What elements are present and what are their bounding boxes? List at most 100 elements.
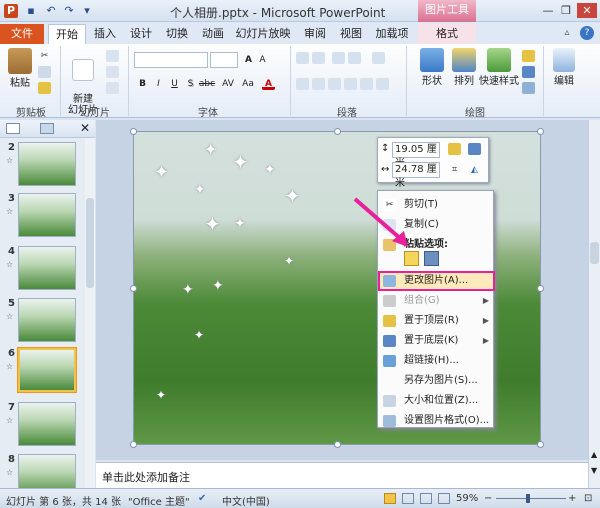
bring-forward-icon[interactable]: [448, 143, 461, 155]
customize-toolbar-icon[interactable]: ▾: [80, 4, 94, 18]
strikethrough-icon[interactable]: abc: [198, 78, 216, 90]
normal-view-icon[interactable]: [384, 493, 396, 504]
context-menu-item[interactable]: 另存为图片(S)...: [378, 371, 495, 391]
next-slide-icon[interactable]: ▼: [591, 466, 597, 475]
zoom-thumb[interactable]: [526, 494, 530, 503]
zoom-level[interactable]: 59%: [456, 493, 478, 504]
resize-handle[interactable]: [130, 441, 137, 448]
font-size-combo[interactable]: [210, 52, 238, 68]
tab-addins[interactable]: 加载项: [370, 24, 414, 44]
format-painter-icon[interactable]: [38, 82, 51, 94]
text-direction-icon[interactable]: [372, 52, 385, 64]
save-icon[interactable]: ▪: [24, 4, 38, 18]
context-menu-item[interactable]: 组合(G) ▶: [378, 291, 495, 311]
bullets-icon[interactable]: [296, 52, 309, 64]
notes-pane[interactable]: 单击此处添加备注: [96, 462, 588, 488]
tab-insert[interactable]: 插入: [88, 24, 122, 44]
change-case-icon[interactable]: Aa: [240, 78, 256, 90]
edit-button[interactable]: 编辑: [550, 48, 578, 87]
context-menu-item[interactable]: 大小和位置(Z)...: [378, 391, 495, 411]
shadow-icon[interactable]: S: [184, 78, 197, 90]
reading-view-icon[interactable]: [420, 493, 432, 504]
numbering-icon[interactable]: [312, 52, 325, 64]
prev-slide-icon[interactable]: ▲: [591, 450, 597, 459]
section-icon[interactable]: [106, 82, 119, 94]
shape-effects-icon[interactable]: [522, 82, 535, 94]
width-input[interactable]: 24.78 厘米: [392, 162, 440, 189]
cut-icon[interactable]: ✂: [38, 50, 51, 62]
resize-handle[interactable]: [130, 128, 137, 135]
close-icon[interactable]: ✕: [577, 3, 597, 18]
sorter-view-icon[interactable]: [402, 493, 414, 504]
quick-styles-button[interactable]: 快速样式: [478, 48, 520, 87]
app-icon[interactable]: P: [4, 4, 18, 18]
collapse-ribbon-icon[interactable]: ▵: [560, 26, 574, 40]
fit-window-icon[interactable]: ⊡: [584, 493, 592, 504]
columns-icon[interactable]: [360, 78, 373, 90]
redo-icon[interactable]: ↷: [62, 4, 76, 18]
context-menu-item[interactable]: 超链接(H)...: [378, 351, 495, 371]
resize-handle[interactable]: [334, 441, 341, 448]
underline-icon[interactable]: U: [168, 78, 181, 90]
rotate-icon[interactable]: ◭: [468, 164, 481, 176]
slides-tab-icon[interactable]: [6, 123, 20, 134]
tab-design[interactable]: 设计: [124, 24, 158, 44]
panel-scrollbar[interactable]: [85, 138, 95, 488]
context-menu-item[interactable]: 更改图片(A)...: [378, 271, 495, 291]
align-left-icon[interactable]: [296, 78, 309, 90]
increase-indent-icon[interactable]: [348, 52, 361, 64]
height-input[interactable]: 19.05 厘米: [392, 142, 440, 169]
tab-review[interactable]: 审阅: [298, 24, 332, 44]
align-center-icon[interactable]: [312, 78, 325, 90]
resize-handle[interactable]: [537, 285, 544, 292]
layout-icon[interactable]: [106, 50, 119, 62]
char-spacing-icon[interactable]: AV: [220, 78, 236, 90]
zoom-in-icon[interactable]: +: [568, 493, 576, 504]
tab-home[interactable]: 开始: [48, 24, 86, 44]
resize-handle[interactable]: [130, 285, 137, 292]
minimize-icon[interactable]: —: [540, 3, 556, 18]
align-right-icon[interactable]: [328, 78, 341, 90]
zoom-slider[interactable]: [496, 498, 566, 499]
language-indicator[interactable]: 中文(中国): [222, 493, 270, 508]
resize-handle[interactable]: [537, 441, 544, 448]
tab-file[interactable]: 文件: [0, 24, 44, 44]
send-backward-icon[interactable]: [468, 143, 481, 155]
close-panel-icon[interactable]: ✕: [80, 121, 90, 135]
context-menu-item[interactable]: 置于顶层(R) ▶: [378, 311, 495, 331]
arrange-button[interactable]: 排列: [450, 48, 478, 87]
italic-icon[interactable]: I: [152, 78, 165, 90]
undo-icon[interactable]: ↶: [44, 4, 58, 18]
reset-icon[interactable]: [106, 66, 119, 78]
slide-scrollbar[interactable]: ▲ ▼: [588, 120, 600, 488]
help-icon[interactable]: ?: [580, 26, 594, 40]
resize-handle[interactable]: [537, 128, 544, 135]
resize-handle[interactable]: [334, 128, 341, 135]
zoom-out-icon[interactable]: −: [484, 493, 492, 504]
spellcheck-icon[interactable]: ✔: [198, 493, 206, 504]
shape-outline-icon[interactable]: [522, 66, 535, 78]
shape-fill-icon[interactable]: [522, 50, 535, 62]
tab-animations[interactable]: 动画: [196, 24, 230, 44]
context-menu-item[interactable]: 置于底层(K) ▶: [378, 331, 495, 351]
tab-transitions[interactable]: 切换: [160, 24, 194, 44]
restore-icon[interactable]: ❐: [558, 3, 574, 18]
slideshow-view-icon[interactable]: [438, 493, 450, 504]
font-name-combo[interactable]: [134, 52, 208, 68]
tab-view[interactable]: 视图: [334, 24, 368, 44]
shapes-button[interactable]: 形状: [418, 48, 446, 87]
tab-format[interactable]: 格式: [418, 24, 476, 44]
context-menu-item[interactable]: 设置图片格式(O)...: [378, 411, 495, 431]
justify-icon[interactable]: [344, 78, 357, 90]
bold-icon[interactable]: B: [136, 78, 149, 90]
paste-button[interactable]: 粘贴: [6, 48, 34, 89]
decrease-indent-icon[interactable]: [332, 52, 345, 64]
crop-icon[interactable]: ⌗: [448, 164, 461, 176]
shrink-font-icon[interactable]: A: [256, 54, 269, 66]
outline-tab-icon[interactable]: [40, 123, 54, 134]
smartart-icon[interactable]: [376, 78, 389, 90]
font-color-icon[interactable]: A: [262, 78, 275, 90]
grow-font-icon[interactable]: A: [242, 54, 255, 66]
tab-slideshow[interactable]: 幻灯片放映: [232, 24, 294, 44]
copy-icon[interactable]: [38, 66, 51, 78]
